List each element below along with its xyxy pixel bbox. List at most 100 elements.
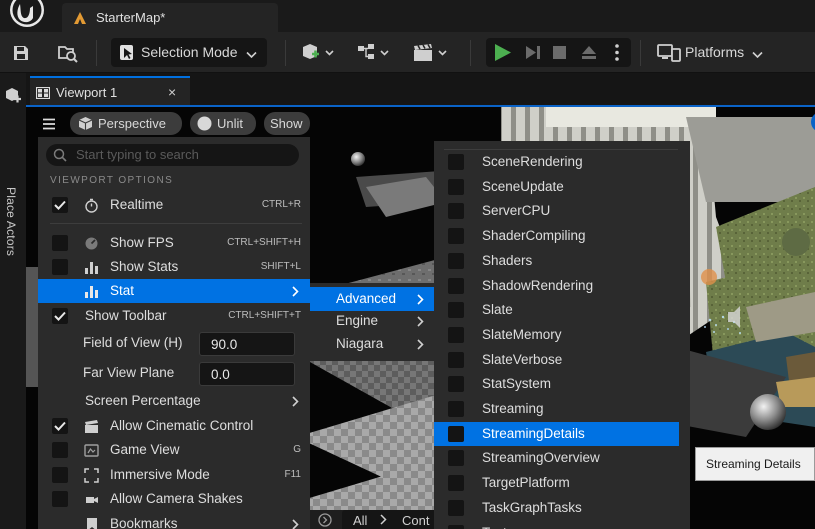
stat-advanced-item[interactable]: Advanced [310, 287, 434, 311]
far-view-plane-input[interactable]: 0.0 [199, 362, 295, 386]
level-tab[interactable]: StarterMap* [62, 3, 278, 32]
advanced-stat-item[interactable]: ShaderCompiling [434, 224, 690, 248]
platforms-dropdown[interactable]: Platforms [649, 38, 775, 67]
advanced-stat-item[interactable]: Slate [434, 298, 690, 322]
realtime-item[interactable]: Realtime CTRL+R [38, 193, 310, 217]
stat-checkbox[interactable] [448, 252, 464, 269]
game-view-shortcut: G [293, 444, 301, 455]
stat-checkbox[interactable] [448, 401, 464, 417]
view-mode-chip[interactable]: Unlit [190, 112, 256, 135]
advanced-stat-item[interactable]: Shaders [434, 249, 690, 273]
advanced-stat-item[interactable]: SceneUpdate [434, 175, 690, 199]
show-chip[interactable]: Show [264, 112, 310, 135]
show-toolbar-checkbox[interactable] [52, 308, 68, 324]
place-actors-panel-tab[interactable]: Place Actors [0, 73, 26, 529]
stop-button[interactable] [552, 45, 567, 63]
advanced-stat-label: TaskGraphTasks [482, 499, 582, 515]
stat-checkbox[interactable] [448, 475, 464, 492]
show-stats-checkbox[interactable] [52, 259, 68, 275]
advanced-stat-label: StatSystem [482, 376, 552, 392]
stat-checkbox[interactable] [448, 228, 464, 245]
advanced-stat-item[interactable]: SlateVerbose [434, 348, 690, 372]
menu-search-box[interactable]: Start typing to search [46, 144, 299, 166]
stat-engine-item[interactable]: Engine [310, 309, 434, 333]
advanced-stat-item[interactable]: ServerCPU [434, 199, 690, 223]
viewport-icon [35, 86, 51, 102]
bookmarks-item[interactable]: Bookmarks [38, 512, 310, 529]
allow-cinematic-control-checkbox[interactable] [52, 418, 68, 434]
selection-mode-dropdown[interactable]: Selection Mode [111, 38, 267, 67]
advanced-stat-item[interactable]: SceneRendering [434, 150, 690, 174]
advanced-stat-item[interactable]: SlateMemory [434, 323, 690, 347]
advanced-stat-label: Tests [482, 525, 514, 529]
immersive-mode-checkbox[interactable] [52, 467, 68, 483]
bar-chart-icon [84, 284, 99, 302]
gauge-icon [84, 236, 99, 254]
advanced-stat-label: StreamingDetails [482, 425, 585, 441]
blueprint-dropdown[interactable] [354, 32, 394, 73]
stat-checkbox[interactable] [448, 450, 464, 467]
stat-checkbox[interactable] [448, 178, 464, 195]
stat-checkbox[interactable] [448, 499, 464, 516]
advanced-stat-item[interactable]: StreamingOverview [434, 446, 690, 470]
advanced-stat-item[interactable]: StreamingDetails [434, 421, 679, 446]
save-button[interactable] [8, 32, 34, 73]
realtime-checkbox[interactable] [52, 197, 68, 213]
advanced-stat-item[interactable]: Tests [434, 521, 690, 529]
immersive-mode-item[interactable]: Immersive Mode F11 [38, 463, 310, 487]
stat-checkbox[interactable] [448, 326, 464, 343]
stat-checkbox[interactable] [448, 203, 464, 220]
show-fps-checkbox[interactable] [52, 235, 68, 251]
stat-checkbox[interactable] [448, 524, 464, 529]
game-view-item[interactable]: Game View G [38, 438, 310, 462]
advanced-stat-item[interactable]: Streaming [434, 397, 690, 421]
field-of-view-input[interactable]: 90.0 [199, 332, 295, 356]
viewport-tab[interactable]: Viewport 1 × [30, 76, 190, 106]
chevron-right-icon [417, 338, 424, 353]
perspective-chip[interactable]: Perspective [70, 112, 182, 135]
history-icon[interactable] [318, 513, 332, 529]
field-of-view-value: 90.0 [211, 337, 238, 352]
browse-level-button[interactable] [54, 32, 82, 73]
screen-percentage-item[interactable]: Screen Percentage [38, 389, 310, 413]
cinematics-dropdown[interactable] [410, 32, 450, 73]
advanced-stat-label: SlateMemory [482, 326, 562, 342]
play-button[interactable] [493, 43, 513, 65]
advanced-stat-item[interactable]: TaskGraphTasks [434, 496, 690, 520]
advanced-stat-item[interactable]: ShadowRendering [434, 274, 690, 298]
bookmark-icon [86, 517, 98, 529]
blueprint-icon [356, 43, 392, 63]
stat-checkbox[interactable] [448, 376, 464, 393]
stat-niagara-item[interactable]: Niagara [310, 332, 434, 356]
toolbar-separator [640, 40, 641, 66]
content-path-bar[interactable]: All Cont [342, 510, 434, 529]
stat-checkbox[interactable] [448, 302, 464, 319]
stat-checkbox[interactable] [448, 277, 464, 294]
advanced-stat-item[interactable]: TargetPlatform [434, 471, 690, 495]
field-of-view-label: Field of View (H) [83, 335, 183, 350]
unreal-logo-icon[interactable] [2, 0, 48, 30]
more-options-icon[interactable] [614, 43, 620, 65]
allow-cinematic-control-item[interactable]: Allow Cinematic Control [38, 414, 310, 438]
stat-submenu-item[interactable]: Stat [38, 279, 310, 303]
show-stats-item[interactable]: Show Stats SHIFT+L [38, 255, 310, 279]
stat-checkbox[interactable] [448, 425, 464, 442]
chevron-right-icon [292, 518, 299, 529]
stat-checkbox[interactable] [448, 351, 464, 368]
add-cube-icon [300, 43, 336, 63]
advance-frame-button[interactable] [524, 44, 542, 64]
add-actor-dropdown[interactable] [298, 32, 338, 73]
cube-icon [78, 116, 93, 134]
close-icon[interactable]: × [168, 84, 176, 100]
allow-camera-shakes-item[interactable]: Allow Camera Shakes [38, 487, 310, 511]
game-view-label: Game View [110, 442, 180, 457]
eject-button[interactable] [580, 44, 598, 64]
game-view-checkbox[interactable] [52, 442, 68, 458]
advanced-stat-item[interactable]: StatSystem [434, 372, 690, 396]
allow-camera-shakes-checkbox[interactable] [52, 491, 68, 507]
viewport-options-menu-button[interactable] [38, 113, 60, 135]
stat-checkbox[interactable] [448, 154, 464, 170]
show-toolbar-item[interactable]: Show Toolbar CTRL+SHIFT+T [38, 304, 310, 328]
show-fps-item[interactable]: Show FPS CTRL+SHIFT+H [38, 231, 310, 255]
chevron-right-icon [417, 315, 424, 330]
